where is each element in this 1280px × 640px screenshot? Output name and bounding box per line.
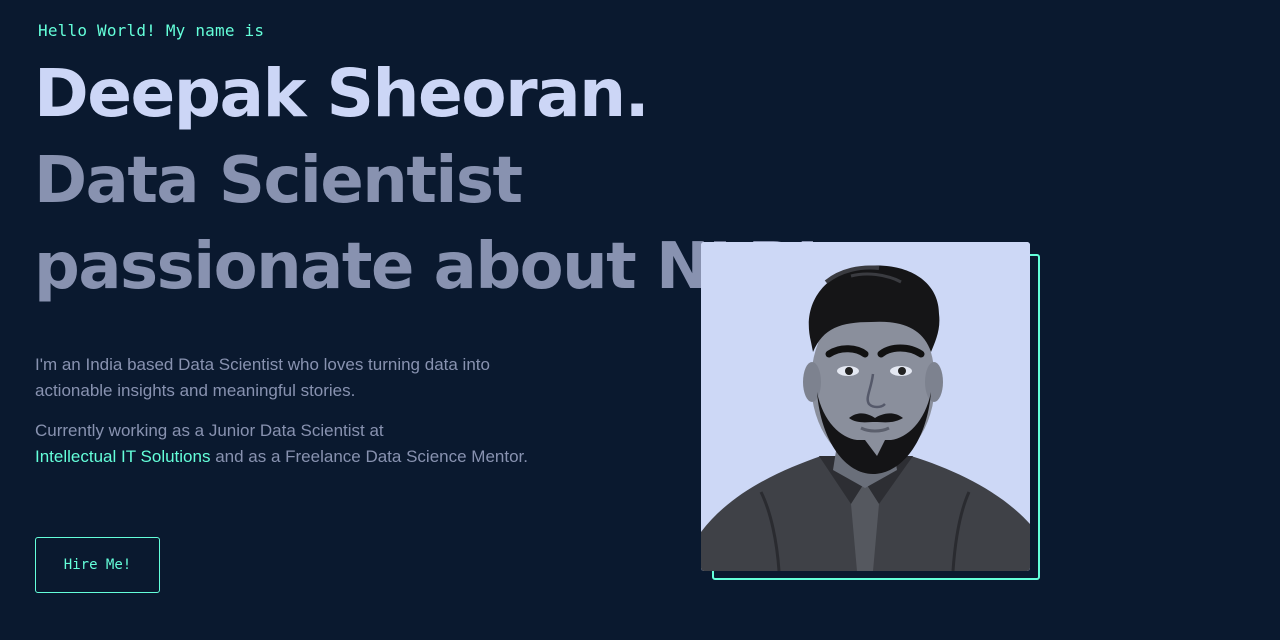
hero-name: Deepak Sheoran.	[34, 55, 650, 132]
profile-portrait	[701, 242, 1030, 571]
company-link[interactable]: Intellectual IT Solutions	[35, 447, 210, 466]
portrait-illustration	[701, 242, 1030, 571]
greeting-text: Hello World! My name is	[38, 21, 265, 40]
bio-paragraph-work: Currently working as a Junior Data Scien…	[35, 418, 555, 470]
bio-paragraph-intro: I'm an India based Data Scientist who lo…	[35, 355, 490, 400]
bio-work-suffix: and as a Freelance Data Science Mentor.	[210, 447, 528, 466]
bio: I'm an India based Data Scientist who lo…	[35, 352, 555, 484]
bio-work-prefix: Currently working as a Junior Data Scien…	[35, 421, 384, 440]
hire-me-button[interactable]: Hire Me!	[35, 537, 160, 593]
